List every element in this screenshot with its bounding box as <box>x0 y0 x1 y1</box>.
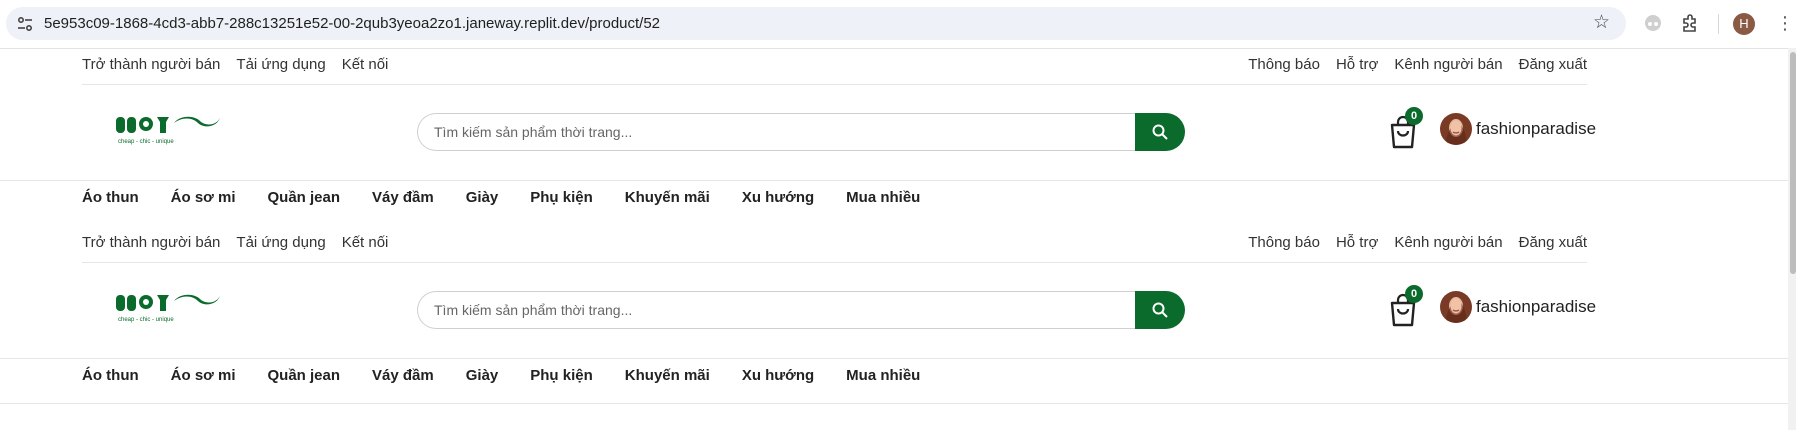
search-icon <box>1152 302 1168 318</box>
search-box <box>417 113 1185 151</box>
category-nav: Áo thun Áo sơ mi Quần jean Váy đầm Giày … <box>82 189 920 206</box>
logo-tagline: cheap - chic - unique <box>118 139 174 145</box>
top-link-support[interactable]: Hỗ trợ <box>1336 56 1378 73</box>
top-link-become-seller[interactable]: Trở thành người bán <box>82 234 220 251</box>
top-link-connect[interactable]: Kết nối <box>342 234 389 251</box>
top-link-connect[interactable]: Kết nối <box>342 56 389 73</box>
more-menu-icon[interactable]: ⋮ <box>1776 11 1794 35</box>
profile-avatar[interactable]: H <box>1733 13 1755 35</box>
top-link-download-app[interactable]: Tải ứng dụng <box>236 234 325 251</box>
nav-item-trends[interactable]: Xu hướng <box>742 367 814 384</box>
top-link-support[interactable]: Hỗ trợ <box>1336 234 1378 251</box>
url-text[interactable]: 5e953c09-1868-4cd3-abb7-288c13251e52-00-… <box>44 15 660 32</box>
nav-item-best-sellers[interactable]: Mua nhiều <box>846 189 920 206</box>
search-input[interactable] <box>417 291 1135 329</box>
cart-count-badge: 0 <box>1405 285 1423 303</box>
search-icon <box>1152 124 1168 140</box>
nav-item-shirt[interactable]: Áo sơ mi <box>171 189 236 206</box>
extensions-icon[interactable] <box>1680 13 1700 33</box>
nav-item-shoes[interactable]: Giày <box>466 367 499 384</box>
nav-divider <box>0 403 1788 404</box>
site-header-duplicate: Trở thành người bán Tải ứng dụng Kết nối… <box>0 226 1788 404</box>
site-header: Trở thành người bán Tải ứng dụng Kết nối… <box>0 48 1788 226</box>
nav-item-trends[interactable]: Xu hướng <box>742 189 814 206</box>
top-link-seller-channel[interactable]: Kênh người bán <box>1394 234 1502 251</box>
site-info-icon[interactable] <box>16 15 34 33</box>
nav-item-tshirt[interactable]: Áo thun <box>82 189 139 206</box>
brand-logo[interactable]: cheap - chic - unique <box>112 287 222 327</box>
username[interactable]: fashionparadise <box>1476 297 1596 317</box>
nav-item-promotions[interactable]: Khuyến mãi <box>625 367 710 384</box>
user-avatar[interactable] <box>1440 291 1472 323</box>
logo-tagline: cheap - chic - unique <box>118 317 174 323</box>
search-box <box>417 291 1185 329</box>
top-links-bar: Trở thành người bán Tải ứng dụng Kết nối… <box>82 48 1587 85</box>
incognito-icon[interactable] <box>1643 13 1663 33</box>
top-links-bar: Trở thành người bán Tải ứng dụng Kết nối… <box>82 226 1587 263</box>
search-button[interactable] <box>1135 291 1185 329</box>
top-link-logout[interactable]: Đăng xuất <box>1519 56 1587 73</box>
top-link-logout[interactable]: Đăng xuất <box>1519 234 1587 251</box>
bookmark-star-icon[interactable]: ☆ <box>1593 13 1610 33</box>
nav-item-shirt[interactable]: Áo sơ mi <box>171 367 236 384</box>
top-link-seller-channel[interactable]: Kênh người bán <box>1394 56 1502 73</box>
scrollbar-thumb[interactable] <box>1790 52 1796 274</box>
main-header-bar: cheap - chic - unique 0 fashionparadise <box>0 85 1788 181</box>
nav-item-accessories[interactable]: Phụ kiện <box>530 189 593 206</box>
brand-logo[interactable]: cheap - chic - unique <box>112 109 222 149</box>
top-link-notifications[interactable]: Thông báo <box>1248 56 1320 73</box>
nav-item-best-sellers[interactable]: Mua nhiều <box>846 367 920 384</box>
username[interactable]: fashionparadise <box>1476 119 1596 139</box>
search-button[interactable] <box>1135 113 1185 151</box>
nav-item-dresses[interactable]: Váy đầm <box>372 367 434 384</box>
address-bar[interactable]: 5e953c09-1868-4cd3-abb7-288c13251e52-00-… <box>6 7 1626 40</box>
nav-item-promotions[interactable]: Khuyến mãi <box>625 189 710 206</box>
main-header-bar: cheap - chic - unique 0 fashionparadise <box>0 263 1788 359</box>
top-link-notifications[interactable]: Thông báo <box>1248 234 1320 251</box>
toolbar-divider <box>1718 14 1719 34</box>
nav-item-shoes[interactable]: Giày <box>466 189 499 206</box>
cart-count-badge: 0 <box>1405 107 1423 125</box>
nav-item-tshirt[interactable]: Áo thun <box>82 367 139 384</box>
nav-item-jeans[interactable]: Quần jean <box>268 189 341 206</box>
browser-toolbar: 5e953c09-1868-4cd3-abb7-288c13251e52-00-… <box>0 0 1796 49</box>
user-avatar[interactable] <box>1440 113 1472 145</box>
category-nav: Áo thun Áo sơ mi Quần jean Váy đầm Giày … <box>82 367 920 384</box>
search-input[interactable] <box>417 113 1135 151</box>
nav-item-dresses[interactable]: Váy đầm <box>372 189 434 206</box>
nav-item-jeans[interactable]: Quần jean <box>268 367 341 384</box>
top-link-download-app[interactable]: Tải ứng dụng <box>236 56 325 73</box>
top-link-become-seller[interactable]: Trở thành người bán <box>82 56 220 73</box>
nav-item-accessories[interactable]: Phụ kiện <box>530 367 593 384</box>
